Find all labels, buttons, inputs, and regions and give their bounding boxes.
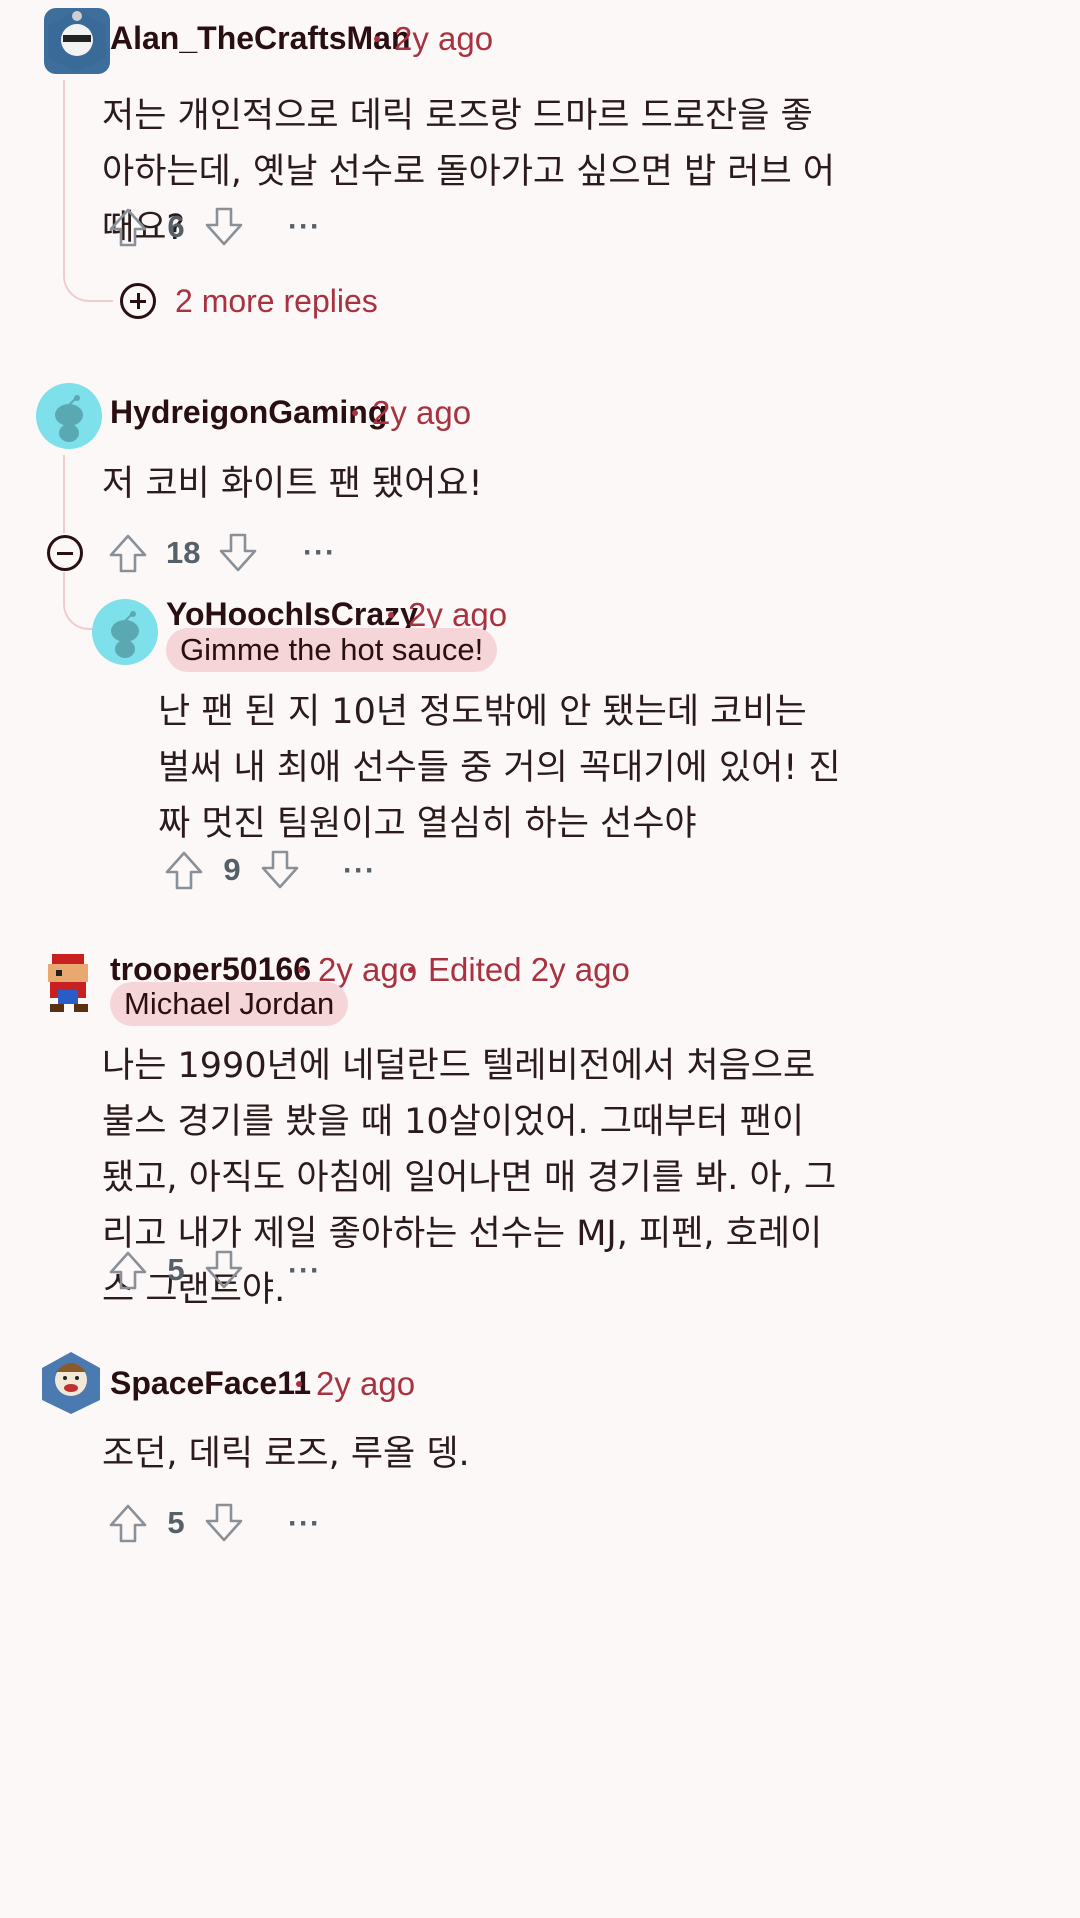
avatar[interactable] xyxy=(92,599,158,665)
avatar[interactable] xyxy=(38,950,104,1016)
more-options-icon[interactable]: ··· xyxy=(288,1507,321,1541)
more-options-icon[interactable]: ··· xyxy=(288,1254,321,1288)
edited-label: Edited 2y ago xyxy=(408,951,630,989)
avatar[interactable] xyxy=(44,8,110,74)
user-flair: Michael Jordan xyxy=(110,982,349,1026)
vote-count: 6 xyxy=(167,209,185,244)
upvote-icon[interactable] xyxy=(104,203,152,251)
avatar[interactable] xyxy=(38,1350,104,1416)
vote-count: 9 xyxy=(223,852,241,887)
vote-bar: 18 xyxy=(104,525,262,581)
downvote-icon[interactable] xyxy=(200,1499,248,1547)
avatar[interactable] xyxy=(36,383,102,449)
thread-curve xyxy=(63,255,113,302)
more-options-icon[interactable]: ··· xyxy=(343,854,376,888)
thread-curve xyxy=(63,588,95,630)
collapse-icon[interactable] xyxy=(47,535,83,571)
user-flair: Gimme the hot sauce! xyxy=(166,628,498,672)
avatar-image xyxy=(55,395,83,442)
more-options-icon[interactable]: ··· xyxy=(288,210,321,244)
comment-body: 조던, 데릭 로즈, 루올 뎅. xyxy=(102,1434,470,1474)
comment-body: 난 팬 된 지 10년 정도밖에 안 됐는데 코비는 벌써 내 최애 선수들 중… xyxy=(158,692,841,844)
more-options-icon[interactable]: ··· xyxy=(303,536,336,570)
downvote-icon[interactable] xyxy=(200,203,248,251)
vote-count: 18 xyxy=(166,535,201,570)
vote-bar: 6 xyxy=(104,199,248,255)
avatar-image xyxy=(42,1352,100,1414)
vote-bar: 9 xyxy=(160,842,304,898)
comment-body: 저 코비 화이트 팬 됐어요! xyxy=(102,464,483,504)
avatar-image xyxy=(48,954,88,1012)
thread-line xyxy=(63,80,65,270)
upvote-icon[interactable] xyxy=(104,1246,152,1294)
downvote-icon[interactable] xyxy=(200,1246,248,1294)
vote-count: 5 xyxy=(167,1505,185,1540)
vote-bar: 5 xyxy=(104,1495,248,1551)
username[interactable]: Alan_TheCraftsMan xyxy=(110,20,411,57)
username[interactable]: HydreigonGaming xyxy=(110,394,387,431)
timestamp: 2y ago xyxy=(296,1365,415,1403)
vote-count: 5 xyxy=(167,1252,185,1287)
avatar-image xyxy=(111,611,139,658)
avatar-image xyxy=(48,10,106,72)
expand-icon[interactable] xyxy=(120,283,156,319)
upvote-icon[interactable] xyxy=(104,1499,152,1547)
username[interactable]: SpaceFace11 xyxy=(110,1365,311,1402)
vote-bar: 5 xyxy=(104,1242,248,1298)
thread-line xyxy=(63,455,65,533)
upvote-icon[interactable] xyxy=(104,529,152,577)
more-replies-link[interactable]: 2 more replies xyxy=(175,283,378,320)
timestamp: 2y ago xyxy=(352,394,471,432)
downvote-icon[interactable] xyxy=(256,846,304,894)
downvote-icon[interactable] xyxy=(214,529,262,577)
timestamp: 2y ago xyxy=(374,20,493,58)
upvote-icon[interactable] xyxy=(160,846,208,894)
